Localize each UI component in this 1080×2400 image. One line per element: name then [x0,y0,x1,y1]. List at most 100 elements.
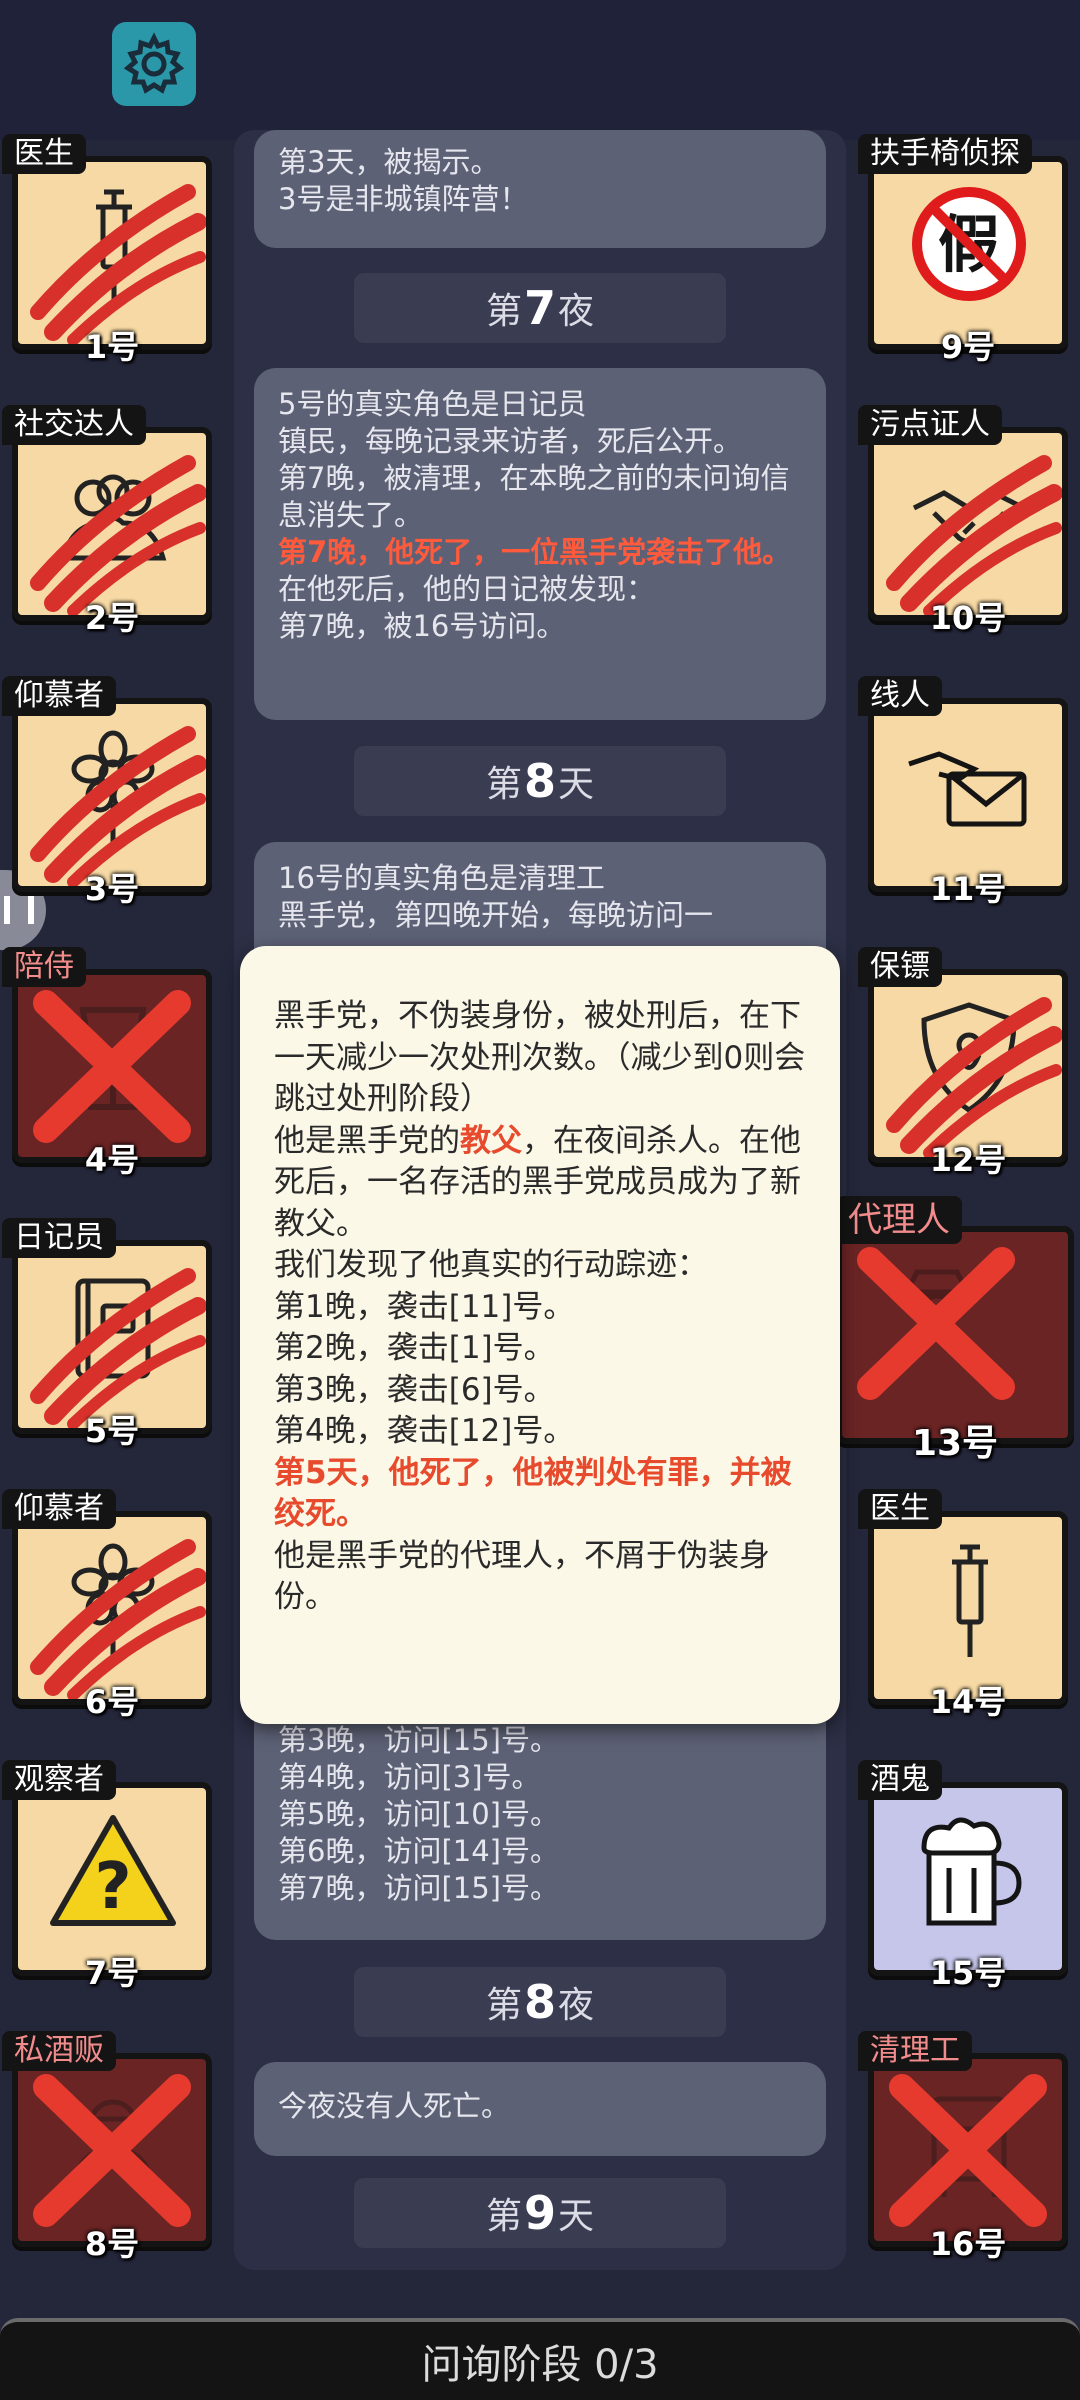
popup-action: 第1晚，袭击[11]号。 [274,1288,575,1325]
player-role-label: 污点证人 [858,405,1002,445]
envelope-hand-icon [908,751,1027,827]
settings-button[interactable] [112,22,196,106]
phase-header-night7: 第 7 夜 [354,273,726,343]
player-tile [12,2053,212,2247]
claw-marks-icon [886,997,1062,1157]
player-number-label: 14号 [929,1683,1007,1721]
player-card-9号[interactable]: 假 扶手椅侦探 9号 [858,134,1068,366]
player-tile [12,1511,212,1705]
player-role-label: 清理工 [858,2031,972,2071]
log-card-player5: 5号的真实角色是日记员 镇民，每晚记录来访者，死后公开。 第7晚，被清理，在本晚… [254,368,826,720]
player-card-8号[interactable]: 私酒贩 8号 [2,2031,212,2263]
player-role-label: 陪侍 [2,947,86,987]
header-prefix: 第 [485,291,522,332]
popup-action: 第2晚，袭击[1]号。 [274,1330,555,1366]
player-card-4号[interactable]: 陪侍 4号 [2,947,212,1179]
player-card-15号[interactable]: 酒鬼 15号 [858,1760,1068,1992]
beer-mug-icon [921,1817,1022,1926]
header-number: 9 [523,2186,556,2240]
player-number-label: 11号 [929,870,1007,908]
player-role-label: 仰慕者 [2,1489,116,1529]
header-prefix: 第 [485,2196,522,2237]
player-role-label: 医生 [858,1489,942,1529]
svg-text:?: ? [94,1850,131,1924]
phase-label: 问询阶段 0/3 [421,2342,659,2388]
player-role-label: 仰慕者 [2,676,116,716]
player-tile [868,2053,1068,2247]
claw-marks-icon [30,726,206,886]
popup-death-text: 第5天，他死了，他被判处有罪，并被绞死。 [274,1454,792,1533]
player-number-label: 5号 [84,1412,140,1450]
player-role-label: 保镖 [858,947,942,987]
player-card-13号[interactable]: 代理人 13号 [836,1196,1076,1464]
phase-header-day9: 第 9 天 [354,2178,726,2248]
player-tile [12,156,212,350]
popup-action: 第4晚，袭击[12]号。 [274,1413,575,1449]
player-tile [12,1240,212,1434]
player-card-6号[interactable]: 仰慕者 6号 [2,1489,212,1721]
player-card-3号[interactable]: 仰慕者 3号 [2,676,212,908]
player-number-label: 6号 [84,1683,140,1721]
phase-status-bar: 问询阶段 0/3 [0,2318,1080,2400]
header-suffix: 天 [558,2196,595,2237]
popup-text: 他是黑手党的代理人，不屑于伪装身份。 [274,1537,770,1616]
player-number-label: 9号 [940,328,996,366]
log-text: 第5晚，访问[10]号。 [278,1797,559,1831]
popup-role-line: 他是黑手党的教父，在夜间杀人。在他死后，一名存活的黑手党成员成为了新教父。 [274,1121,806,1246]
log-text: 第7晚，被清理，在本晚之前的未问询信息消失了。 [278,461,790,532]
player-card-11号[interactable]: 线人 11号 [858,676,1068,908]
claw-marks-icon [30,455,206,615]
player-number-label: 2号 [84,599,140,637]
player-number-label: 4号 [84,1141,140,1179]
player-tile: 假 [868,156,1068,350]
player-number-label: 1号 [84,328,140,366]
log-text: 第3天，被揭示。 [278,145,500,179]
player-role-label: 观察者 [2,1760,116,1800]
log-text: 镇民，每晚记录来访者，死后公开。 [278,424,743,458]
player-card-7号[interactable]: ? 观察者 7号 [2,1760,212,1992]
log-text: 黑手党，第四晚开始，每晚访问一 [278,898,714,932]
phase-header-night8: 第 8 夜 [354,1967,726,2037]
popup-action: 第3晚，袭击[6]号。 [274,1371,555,1408]
log-text: 5号的真实角色是日记员 [278,387,587,421]
player-tile [836,1226,1074,1444]
log-card-night8: 今夜没有人死亡。 [254,2062,826,2156]
log-text: 在他死后，他的日记被发现： [278,572,656,606]
player-card-14号[interactable]: 医生 14号 [858,1489,1068,1721]
player-tile [868,969,1068,1163]
popup-role-description: 黑手党，不伪装身份，被处刑后，在下一天减少一次处刑次数。（减少到0则会跳过处刑阶… [274,998,806,1117]
log-death-text: 第7晚，他死了，一位黑手党袭击了他。 [278,535,792,569]
player-tile [868,1782,1068,1976]
player-role-label: 线人 [858,676,942,716]
popup-role-highlight: 教父 [460,1122,522,1159]
player-role-label: 医生 [2,134,86,174]
player-role-label: 酒鬼 [858,1760,942,1800]
header-number: 7 [523,281,556,335]
player-card-1号[interactable]: 医生 1号 [2,134,212,366]
player-number-label: 12号 [929,1141,1007,1179]
header-suffix: 夜 [558,291,595,332]
player-card-12号[interactable]: 保镖 12号 [858,947,1068,1179]
log-text: 第6晚，访问[14]号。 [278,1834,559,1868]
popup-text: 我们发现了他真实的行动踪迹： [274,1247,708,1283]
player-tile [12,969,212,1163]
player-number-label: 13号 [911,1423,999,1464]
gear-icon [123,32,185,94]
player-role-label: 社交达人 [2,405,146,445]
player-card-5号[interactable]: 日记员 5号 [2,1218,212,1450]
player-tile: ? [12,1782,212,1976]
log-text: 3号是非城镇阵营！ [278,182,529,216]
warning-question-icon: ? [50,1815,176,1926]
claw-marks-icon [30,1539,206,1699]
role-detail-popup[interactable]: 黑手党，不伪装身份，被处刑后，在下一天减少一次处刑次数。（减少到0则会跳过处刑阶… [240,946,840,1724]
player-role-label: 代理人 [836,1196,962,1244]
player-tile [12,698,212,892]
header-suffix: 夜 [558,1985,595,2026]
player-card-2号[interactable]: 社交达人 2号 [2,405,212,637]
header-prefix: 第 [485,764,522,805]
dead-cross-icon [33,2074,191,2227]
log-text: 第4晚，访问[3]号。 [278,1760,541,1794]
player-card-16号[interactable]: 清理工 16号 [858,2031,1068,2263]
claw-marks-icon [30,1268,206,1428]
player-card-10号[interactable]: 污点证人 10号 [858,405,1068,637]
